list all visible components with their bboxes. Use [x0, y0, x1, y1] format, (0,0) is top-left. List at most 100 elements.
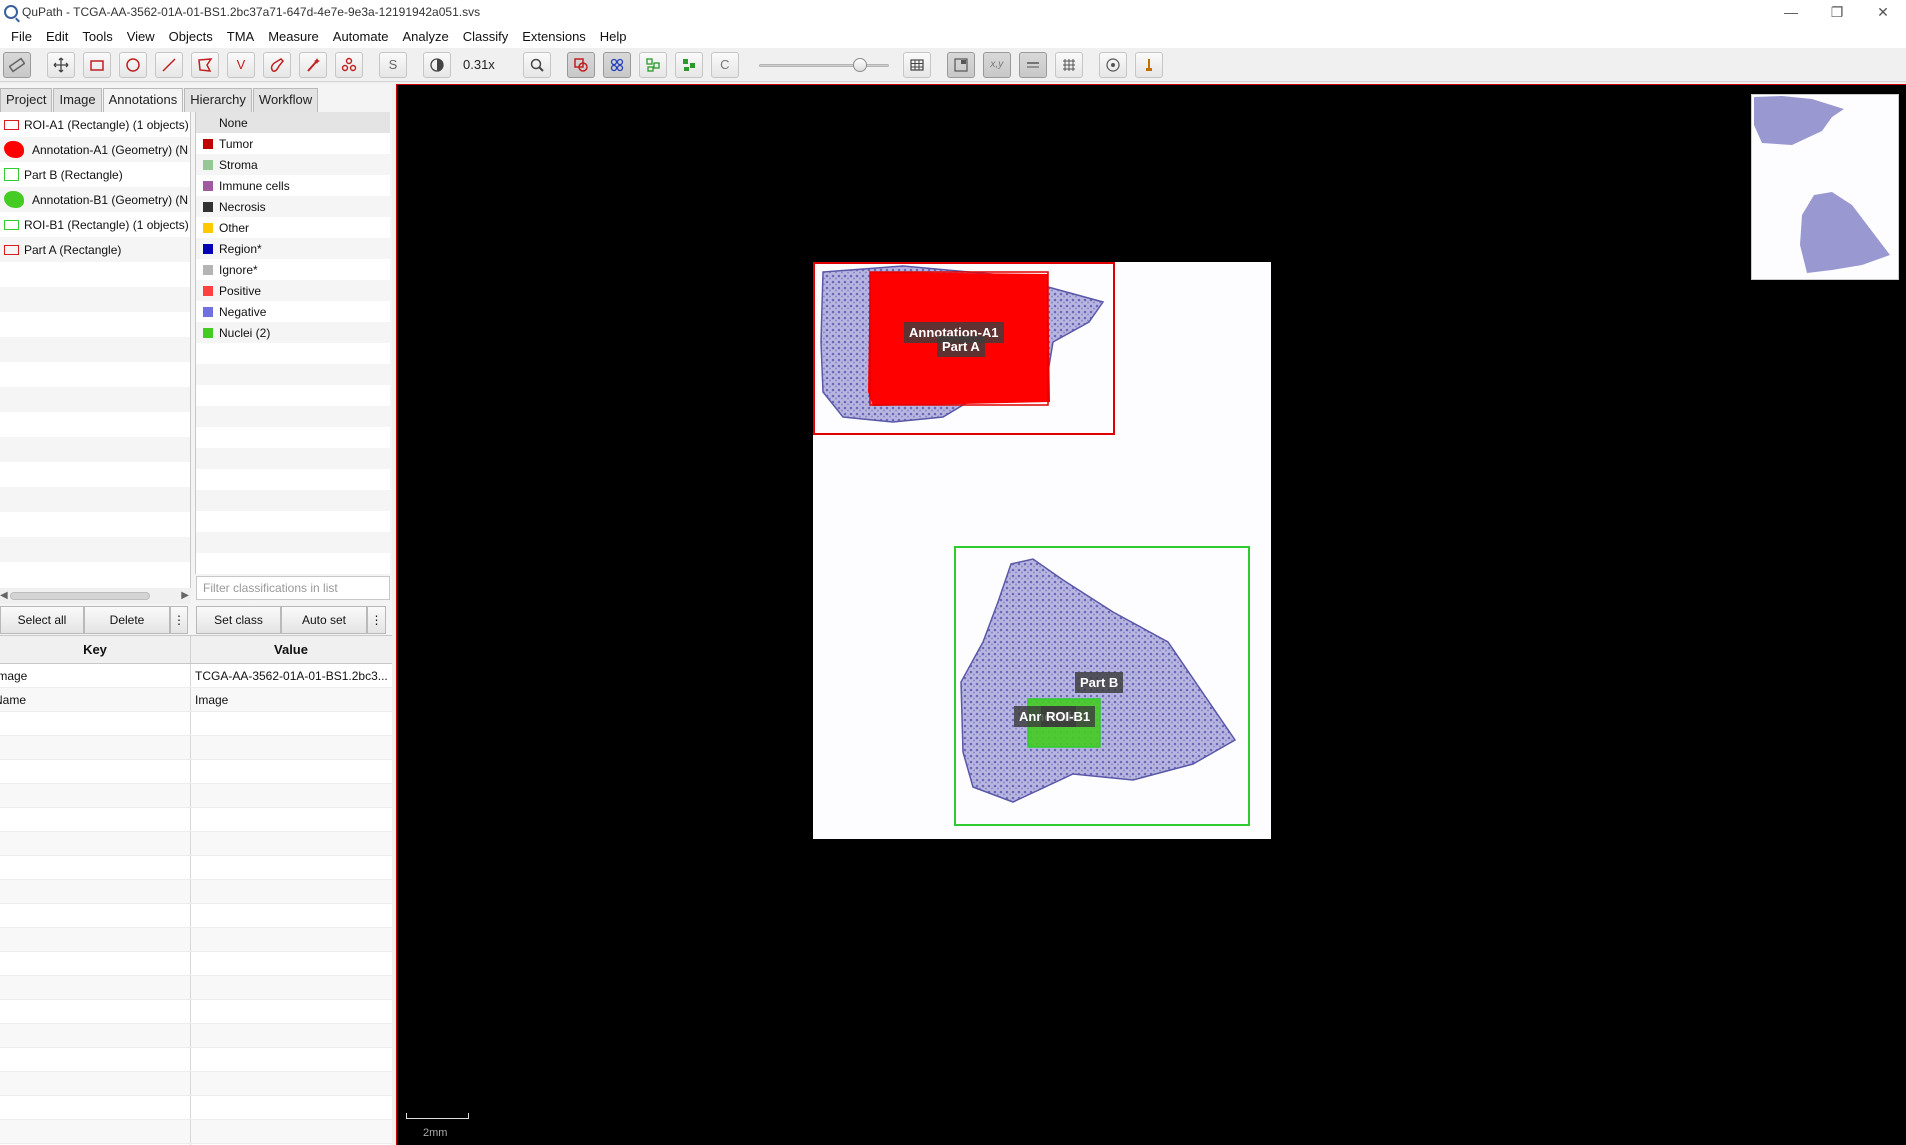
rectangle-icon: [4, 244, 19, 255]
set-class-button[interactable]: Set class: [196, 606, 281, 634]
show-tma-grid-button[interactable]: [602, 51, 631, 78]
close-button[interactable]: ✕: [1860, 0, 1906, 24]
list-item[interactable]: Annotation-A1 (Geometry) (N: [0, 137, 190, 162]
overview-canvas: [1754, 96, 1890, 273]
show-location-button[interactable]: x,y: [982, 51, 1011, 78]
list-item[interactable]: Part B (Rectangle): [0, 162, 190, 187]
class-item[interactable]: Positive: [196, 280, 390, 301]
menu-extensions[interactable]: Extensions: [515, 29, 593, 44]
zoom-to-fit-button[interactable]: [522, 51, 551, 78]
brightness-contrast-button[interactable]: [423, 51, 451, 78]
ellipse-tool-button[interactable]: [119, 51, 147, 78]
class-item[interactable]: Region*: [196, 238, 390, 259]
scroll-right-icon[interactable]: ▶: [181, 590, 189, 601]
auto-set-button[interactable]: Auto set: [281, 606, 367, 634]
show-log-button[interactable]: [1098, 51, 1127, 78]
class-filter-input[interactable]: Filter classifications in list: [196, 576, 390, 600]
table-row: [0, 976, 392, 1000]
list-item[interactable]: ROI-A1 (Rectangle) (1 objects): [0, 112, 190, 137]
class-more-button[interactable]: ⋮: [367, 606, 386, 634]
tab-annotations[interactable]: Annotations: [102, 88, 184, 113]
analysis-pane-toggle-button[interactable]: [3, 51, 31, 78]
tab-hierarchy[interactable]: Hierarchy: [184, 88, 252, 112]
show-grid-button[interactable]: [1054, 51, 1083, 78]
maximize-button[interactable]: ❐: [1814, 0, 1860, 24]
part-b-label: Part B: [1075, 672, 1124, 693]
class-item[interactable]: Nuclei (2): [196, 322, 390, 343]
rectangle-tool-button[interactable]: [83, 51, 111, 78]
menu-tools[interactable]: Tools: [75, 29, 119, 44]
wand-tool-button[interactable]: [299, 51, 327, 78]
class-item[interactable]: Stroma: [196, 154, 390, 175]
class-item[interactable]: Immune cells: [196, 175, 390, 196]
slide-canvas[interactable]: [813, 262, 1271, 839]
list-item[interactable]: Part A (Rectangle): [0, 237, 190, 262]
classification-list[interactable]: None Tumor Stroma Immune cells Necrosis …: [195, 112, 390, 574]
annotation-list[interactable]: ROI-A1 (Rectangle) (1 objects) Annotatio…: [0, 112, 191, 588]
table-row[interactable]: Name Image: [0, 688, 392, 712]
annotation-more-button[interactable]: ⋮: [170, 606, 188, 634]
show-overview-button[interactable]: [946, 51, 975, 78]
slider-thumb[interactable]: [853, 57, 868, 72]
class-item-none[interactable]: None: [196, 112, 390, 133]
class-item[interactable]: Tumor: [196, 133, 390, 154]
empty-row: [0, 362, 190, 387]
table-cell-value: Image: [195, 692, 229, 707]
horizontal-scrollbar[interactable]: ◀ ▶: [0, 588, 191, 604]
show-scalebar-button[interactable]: [1018, 51, 1047, 78]
scroll-left-icon[interactable]: ◀: [0, 590, 8, 601]
select-all-button[interactable]: Select all: [0, 606, 84, 634]
minimize-button[interactable]: —: [1768, 0, 1814, 24]
class-label: Ignore*: [219, 262, 258, 277]
menu-view[interactable]: View: [120, 29, 162, 44]
delete-button[interactable]: Delete: [84, 606, 170, 634]
list-item[interactable]: Annotation-B1 (Geometry) (N: [0, 187, 190, 212]
menu-measure[interactable]: Measure: [261, 29, 326, 44]
tab-project[interactable]: Project: [0, 88, 53, 112]
class-item[interactable]: Other: [196, 217, 390, 238]
table-row[interactable]: Image TCGA-AA-3562-01A-01-BS1.2bc3...: [0, 664, 392, 688]
empty-row: [196, 490, 390, 511]
points-tool-button[interactable]: [335, 51, 363, 78]
show-detections-button[interactable]: [638, 51, 667, 78]
show-connections-button[interactable]: C: [710, 51, 739, 78]
menu-objects[interactable]: Objects: [162, 29, 220, 44]
tab-workflow[interactable]: Workflow: [252, 88, 319, 112]
polygon-tool-button[interactable]: [191, 51, 219, 78]
class-label: Necrosis: [219, 199, 266, 214]
empty-row: [196, 553, 390, 574]
table-row: [0, 760, 392, 784]
scrollbar-thumb[interactable]: [10, 592, 150, 600]
list-item[interactable]: ROI-B1 (Rectangle) (1 objects): [0, 212, 190, 237]
menu-analyze[interactable]: Analyze: [395, 29, 455, 44]
class-item[interactable]: Necrosis: [196, 196, 390, 217]
measurement-table-button[interactable]: [902, 51, 931, 78]
class-item[interactable]: Ignore*: [196, 259, 390, 280]
tab-image[interactable]: Image: [53, 88, 102, 112]
menu-file[interactable]: File: [4, 29, 39, 44]
column-header-value[interactable]: Value: [191, 636, 391, 663]
move-tool-button[interactable]: [47, 51, 75, 78]
menu-edit[interactable]: Edit: [39, 29, 75, 44]
menu-automate[interactable]: Automate: [326, 29, 396, 44]
opacity-slider[interactable]: [758, 57, 889, 72]
column-header-key[interactable]: Key: [0, 636, 191, 663]
class-item[interactable]: Negative: [196, 301, 390, 322]
fill-detections-button[interactable]: [674, 51, 703, 78]
overview-tissue-b: [1800, 192, 1890, 273]
menu-tma[interactable]: TMA: [220, 29, 261, 44]
menu-classify[interactable]: Classify: [456, 29, 516, 44]
selection-mode-button[interactable]: S: [379, 51, 407, 78]
image-viewer[interactable]: Annotation-A1 Part A Part B Annotation-B…: [396, 84, 1906, 1145]
empty-row: [0, 562, 190, 587]
show-annotations-button[interactable]: [566, 51, 595, 78]
brush-tool-button[interactable]: [263, 51, 291, 78]
pixel-classifier-button[interactable]: [1134, 51, 1163, 78]
polyline-tool-button[interactable]: V: [227, 51, 255, 78]
overview-thumbnail[interactable]: [1751, 94, 1899, 280]
slide-image[interactable]: Annotation-A1 Part A Part B Annotation-B…: [813, 262, 1271, 839]
menu-help[interactable]: Help: [593, 29, 634, 44]
analysis-tabs: Project Image Annotations Hierarchy Work…: [0, 88, 319, 113]
line-tool-button[interactable]: [155, 51, 183, 78]
table-row: [0, 1000, 392, 1024]
